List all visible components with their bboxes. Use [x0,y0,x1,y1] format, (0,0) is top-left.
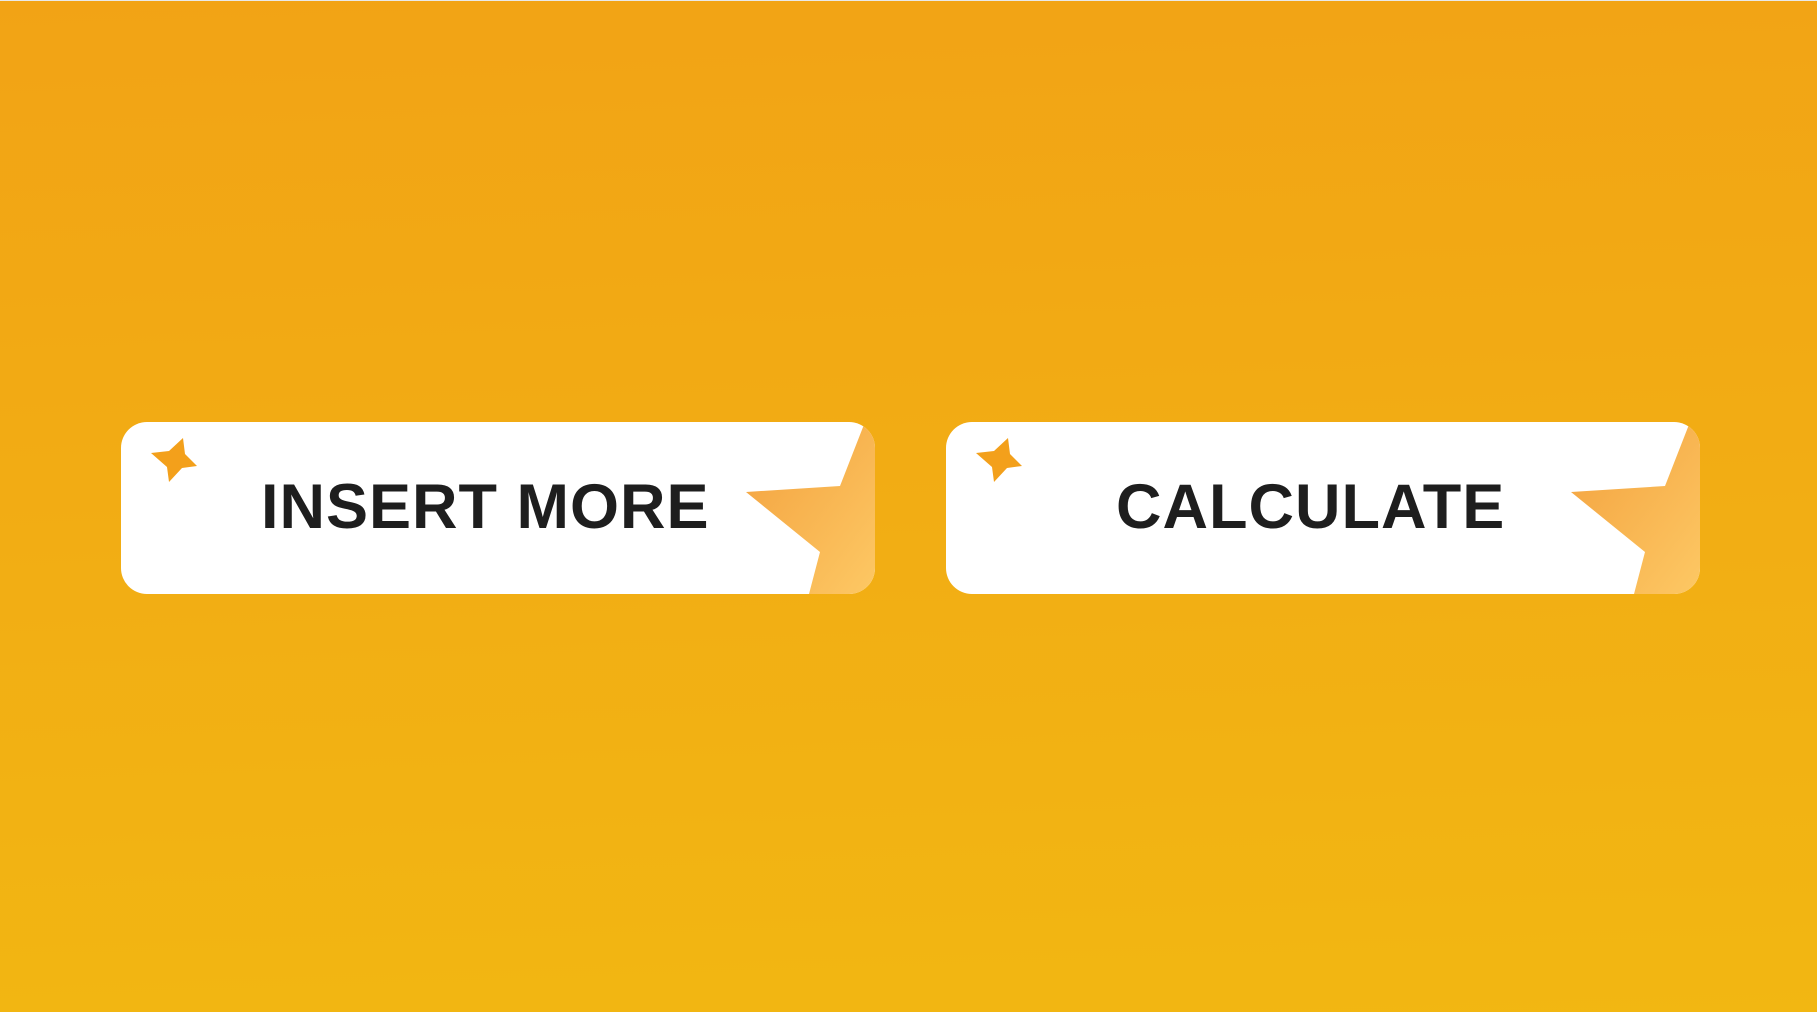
sparkle-icon [151,438,197,482]
insert-more-label: INSERT MORE [261,472,710,542]
bottom-edge-line [0,1012,1820,1016]
sparkle-icon [976,438,1022,482]
calculate-button[interactable]: CALCULATE [946,422,1700,594]
insert-more-button[interactable]: INSERT MORE [121,422,875,594]
top-edge-line [0,0,1820,1]
calculate-label: CALCULATE [1116,472,1506,542]
